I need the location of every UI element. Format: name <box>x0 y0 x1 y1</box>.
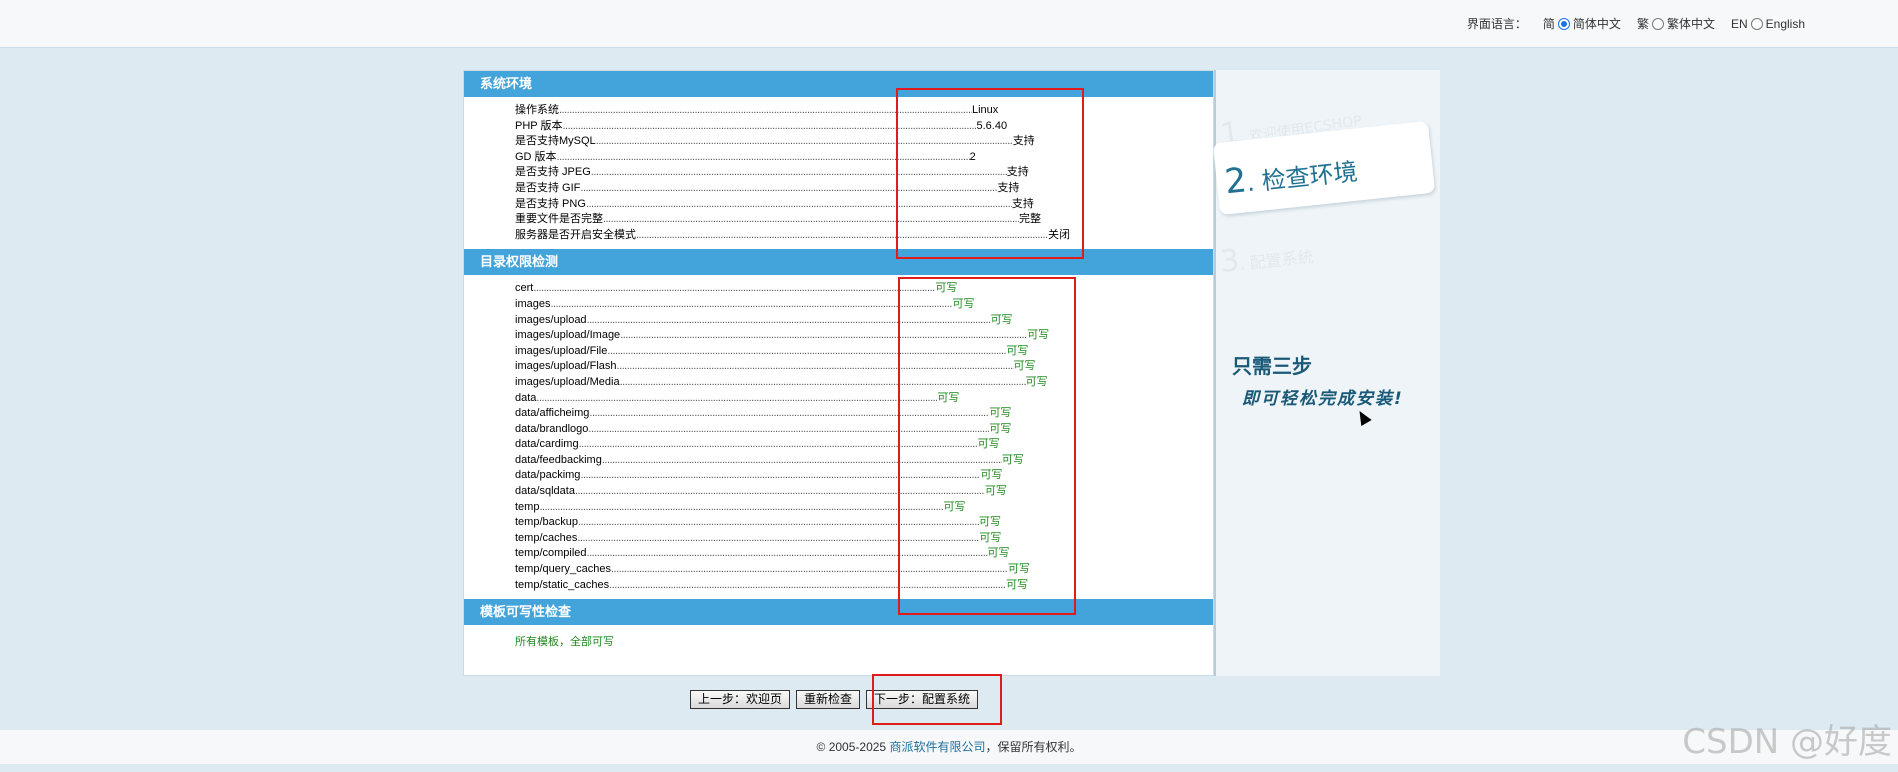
check-row: PHP 版本..................................… <box>515 119 1213 135</box>
check-row: temp/static_caches......................… <box>515 578 1213 594</box>
env-list: 操作系统....................................… <box>464 97 1213 249</box>
annotation-box-next <box>872 674 1002 725</box>
check-label: data/feedbackimg <box>515 453 602 466</box>
check-label: images/upload <box>515 313 587 326</box>
check-label: temp/query_caches <box>515 563 611 576</box>
check-label: data/packimg <box>515 469 581 482</box>
check-label: cert <box>515 282 534 295</box>
slogan-subtitle: 即可轻松完成安装! <box>1242 389 1404 409</box>
check-label: data <box>515 391 537 404</box>
check-row: data....................................… <box>515 391 1213 407</box>
check-row: 是否支持 GIF................................… <box>515 181 1213 197</box>
radio-zh-tw[interactable] <box>1651 17 1664 30</box>
check-label: 是否支持 GIF <box>515 181 581 194</box>
check-label: data/brandlogo <box>515 422 589 435</box>
check-label: temp/static_caches <box>515 578 610 591</box>
annotation-box-env <box>896 88 1084 259</box>
perm-section-title: 目录权限检测 <box>464 249 1213 276</box>
recheck-button[interactable]: 重新检查 <box>796 690 861 709</box>
check-row: temp/caches.............................… <box>515 531 1213 547</box>
check-row: temp/query_caches.......................… <box>515 562 1213 578</box>
footer-company-link[interactable]: 商派软件有限公司 <box>889 740 985 754</box>
check-row: 是否支持 JPEG...............................… <box>515 165 1213 181</box>
check-row: data/afficheimg.........................… <box>515 406 1213 422</box>
perm-list: cert....................................… <box>464 275 1213 599</box>
footer: © 2005-2025 商派软件有限公司，保留所有权利。 <box>0 730 1898 764</box>
install-steps-sidebar: 1. 欢迎使用ECSHOP 2. 检查环境 3. 配置系统 只需三步 即可轻松完… <box>1212 70 1440 676</box>
check-row: 重要文件是否完整................................… <box>515 212 1213 228</box>
check-label: 操作系统 <box>515 104 559 116</box>
check-row: 是否支持 PNG................................… <box>515 197 1213 213</box>
watermark: CSDN @好度 <box>1682 722 1892 762</box>
check-row: images/upload/Flash.....................… <box>515 359 1213 375</box>
check-label: 是否支持 JPEG <box>515 166 591 179</box>
check-row: temp/backup.............................… <box>515 515 1213 531</box>
check-row: images/upload/Image.....................… <box>515 328 1213 344</box>
check-label: data/cardimg <box>515 438 579 451</box>
check-label: temp/compiled <box>515 547 587 560</box>
check-label: GD 版本 <box>515 150 557 163</box>
tpl-result: 所有模板，全部可写 <box>515 636 614 649</box>
check-row: images..................................… <box>515 297 1213 313</box>
check-label: data/afficheimg <box>515 407 590 420</box>
check-row: GD 版本...................................… <box>515 150 1213 166</box>
radio-zh-cn[interactable] <box>1557 17 1570 30</box>
check-label: 是否支持MySQL <box>515 135 596 148</box>
check-row: cert....................................… <box>515 281 1213 297</box>
check-label: temp <box>515 500 540 513</box>
check-row: data/feedbackimg........................… <box>515 453 1213 469</box>
annotation-box-perm <box>898 277 1076 615</box>
check-row: data/brandlogo..........................… <box>515 422 1213 438</box>
check-label: images/upload/File <box>515 344 608 357</box>
check-row: temp....................................… <box>515 500 1213 516</box>
check-label: PHP 版本 <box>515 119 563 132</box>
check-row: images/upload...........................… <box>515 313 1213 329</box>
check-label: images/upload/Media <box>515 375 620 388</box>
lang-option-zh-cn[interactable]: 简 简体中文 <box>1543 15 1621 32</box>
leader-dots: ........................................… <box>536 391 937 404</box>
lang-option-zh-tw[interactable]: 繁 繁体中文 <box>1637 15 1715 32</box>
env-section-title: 系统环境 <box>464 71 1213 97</box>
leader-dots: ........................................… <box>550 297 952 310</box>
check-label: 重要文件是否完整 <box>515 213 603 226</box>
mouse-cursor-icon <box>1354 407 1372 427</box>
check-row: 服务器是否开启安全模式.............................… <box>515 228 1213 244</box>
check-label: 是否支持 PNG <box>515 197 586 210</box>
top-bar: 界面语言： 简 简体中文 繁 繁体中文 EN English <box>0 0 1898 48</box>
check-label: temp/backup <box>515 516 578 529</box>
language-selector: 界面语言： 简 简体中文 繁 繁体中文 EN English <box>1467 15 1805 32</box>
check-label: images/upload/Image <box>515 329 621 342</box>
check-row: data/packimg............................… <box>515 468 1213 484</box>
tpl-section-title: 模板可写性检查 <box>464 599 1213 626</box>
language-label: 界面语言： <box>1466 17 1527 31</box>
prev-step-button[interactable]: 上一步：欢迎页 <box>690 690 791 709</box>
check-label: data/sqldata <box>515 485 575 498</box>
check-label: images/upload/Flash <box>515 360 617 373</box>
footer-copyright: © 2005-2025 <box>816 740 890 754</box>
step-3: 3. 配置系统 <box>1218 242 1315 280</box>
check-row: data/cardimg............................… <box>515 437 1213 453</box>
slogan-title: 只需三步 <box>1232 354 1312 378</box>
leader-dots: ........................................… <box>539 500 944 513</box>
check-panel: 系统环境 操作系统...............................… <box>463 70 1214 676</box>
check-label: images <box>515 297 551 310</box>
check-row: images/upload/File......................… <box>515 344 1213 360</box>
check-row: data/sqldata............................… <box>515 484 1213 500</box>
radio-en[interactable] <box>1750 17 1763 30</box>
leader-dots: ........................................… <box>533 282 935 295</box>
check-row: 是否支持MySQL...............................… <box>515 134 1213 150</box>
footer-rights: ，保留所有权利。 <box>985 740 1082 754</box>
check-row: 操作系统....................................… <box>515 103 1213 119</box>
lang-option-en[interactable]: EN English <box>1731 17 1805 31</box>
check-label: 服务器是否开启安全模式 <box>515 228 636 241</box>
check-row: images/upload/Media.....................… <box>515 375 1213 391</box>
check-label: temp/caches <box>515 531 578 544</box>
check-row: temp/compiled...........................… <box>515 546 1213 562</box>
